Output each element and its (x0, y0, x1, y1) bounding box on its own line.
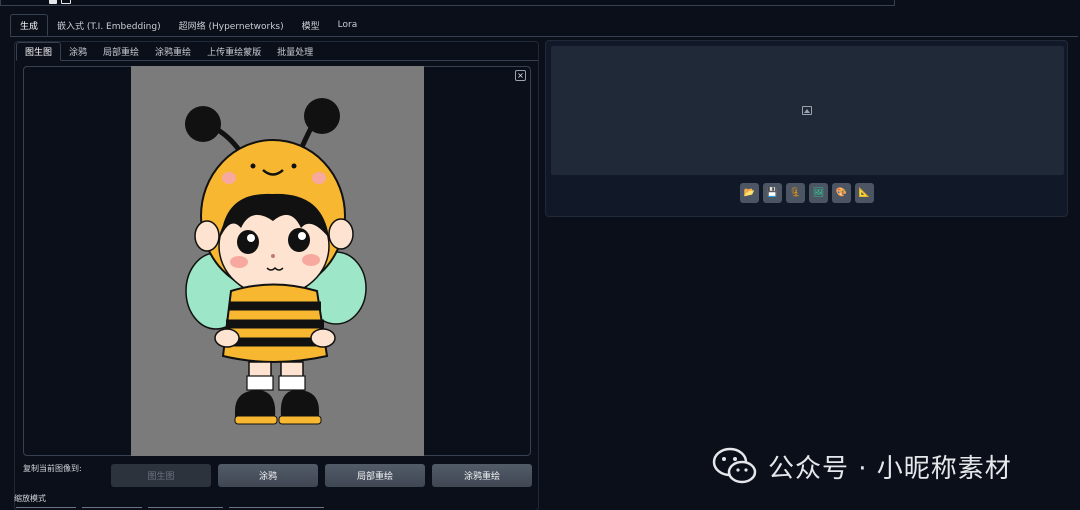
sub-tabs: 图生图 涂鸦 局部重绘 涂鸦重绘 上传重绘蒙版 批量处理 (16, 42, 321, 61)
main-tabs: 生成 嵌入式 (T.I. Embedding) 超网络 (Hypernetwor… (10, 14, 366, 36)
ruler-icon[interactable]: 📐 (855, 183, 874, 203)
save-icon[interactable]: 💾 (763, 183, 782, 203)
copy-to-label: 复制当前图像到: (23, 464, 82, 473)
folder-icon[interactable]: 📂 (740, 183, 759, 203)
zip-icon[interactable]: 🗜 (786, 183, 805, 203)
tab-img2img[interactable]: 图生图 (16, 42, 62, 61)
tab-models[interactable]: 模型 (293, 14, 329, 36)
copy-to-inpaint-sketch-button[interactable]: 涂鸦重绘 (432, 464, 532, 487)
resize-mode-label: 缩放模式 (14, 494, 46, 503)
copy-to-sketch-button[interactable]: 涂鸦 (218, 464, 318, 487)
wechat-icon (712, 447, 757, 484)
checkbox[interactable] (61, 0, 71, 4)
bee-character-illustration (185, 98, 367, 425)
palette-icon[interactable]: 🎨 (832, 183, 851, 203)
watermark-text: 公众号 · 小昵称素材 (768, 453, 1012, 484)
copy-to-inpaint-button[interactable]: 局部重绘 (325, 464, 425, 487)
checkbox[interactable] (49, 0, 57, 4)
sub-tab-divider (18, 60, 538, 61)
image-input-panel[interactable]: × (23, 66, 531, 456)
tab-divider (10, 36, 1078, 37)
close-image-button[interactable]: × (515, 70, 526, 81)
tab-inpaint-upload[interactable]: 上传重绘蒙版 (199, 42, 269, 61)
output-gallery[interactable] (551, 46, 1064, 175)
tab-embedding[interactable]: 嵌入式 (T.I. Embedding) (48, 14, 170, 36)
tab-generate[interactable]: 生成 (10, 14, 49, 36)
send-to-img2img-icon[interactable]: 🖼 (809, 183, 828, 203)
tab-sketch[interactable]: 涂鸦 (61, 42, 95, 61)
tab-lora[interactable]: Lora (329, 14, 367, 36)
tab-inpaint[interactable]: 局部重绘 (95, 42, 147, 61)
tab-batch[interactable]: 批量处理 (269, 42, 321, 61)
tab-hypernetworks[interactable]: 超网络 (Hypernetworks) (170, 14, 293, 36)
image-placeholder-icon (802, 106, 812, 115)
input-image[interactable] (131, 66, 424, 456)
output-toolbar: 📂 💾 🗜 🖼 🎨 📐 (740, 183, 874, 203)
tab-inpaint-sketch[interactable]: 涂鸦重绘 (147, 42, 199, 61)
top-options-bar (0, 0, 895, 6)
copy-to-img2img-button[interactable]: 图生图 (111, 464, 211, 487)
watermark: 公众号 · 小昵称素材 (712, 444, 1012, 488)
